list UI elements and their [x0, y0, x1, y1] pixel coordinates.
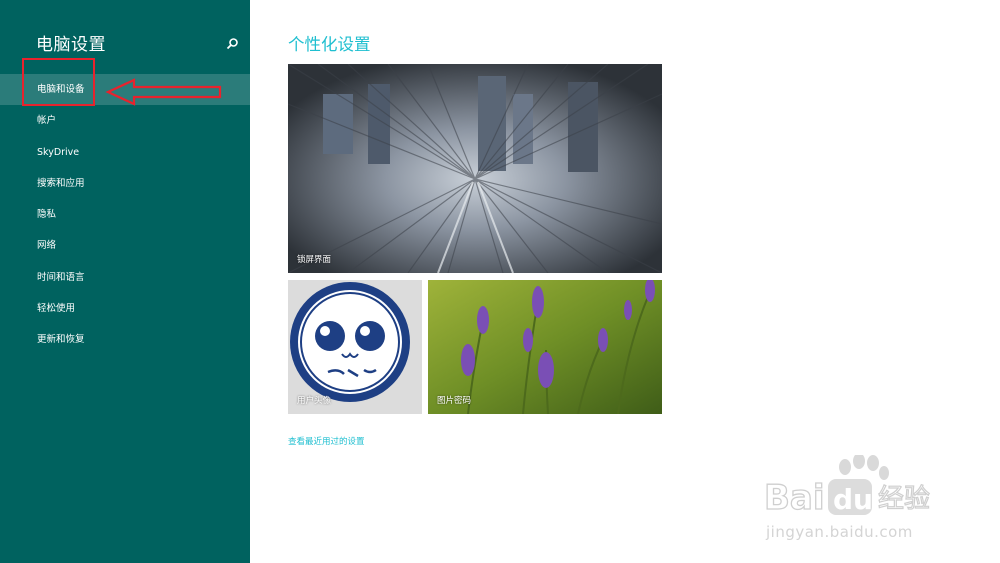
- recent-settings-link[interactable]: 查看最近用过的设置: [288, 435, 365, 447]
- sidebar-item-update-and-recovery[interactable]: 更新和恢复: [0, 324, 250, 355]
- sidebar-title: 电脑设置: [36, 35, 106, 55]
- page-title: 个性化设置: [288, 35, 371, 54]
- lock-screen-image: [288, 64, 662, 273]
- annotation-highlight-box: [22, 58, 95, 106]
- sidebar-item-network[interactable]: 网络: [0, 230, 250, 261]
- account-picture-tile[interactable]: 用户头像: [288, 280, 422, 414]
- svg-text:经验: 经验: [878, 484, 930, 514]
- lock-screen-label: 锁屏界面: [297, 255, 332, 265]
- search-icon[interactable]: [225, 37, 239, 51]
- sidebar-item-privacy[interactable]: 隐私: [0, 199, 250, 230]
- sidebar-item-search-and-apps[interactable]: 搜索和应用: [0, 168, 250, 199]
- svg-text:Bai: Bai: [764, 478, 825, 518]
- lock-screen-tile[interactable]: 锁屏界面: [288, 64, 662, 273]
- svg-text:du: du: [833, 483, 873, 516]
- sidebar-item-accounts[interactable]: 帐户: [0, 105, 250, 136]
- picture-password-tile[interactable]: 图片密码: [428, 280, 662, 414]
- account-picture-label: 用户头像: [297, 396, 332, 406]
- sidebar-item-skydrive[interactable]: SkyDrive: [0, 137, 250, 168]
- baidu-jingyan-watermark: Bai du 经验 jingyan.baidu.com: [763, 455, 931, 541]
- annotation-arrow-icon: [105, 78, 222, 106]
- sidebar-item-time-and-language[interactable]: 时间和语言: [0, 262, 250, 293]
- sidebar: 电脑设置 电脑和设备 帐户 SkyDrive 搜索和应用 隐私 网络 时间和语言…: [0, 0, 250, 563]
- svg-text:jingyan.baidu.com: jingyan.baidu.com: [765, 523, 913, 541]
- picture-password-label: 图片密码: [437, 396, 472, 406]
- sidebar-nav: 电脑和设备 帐户 SkyDrive 搜索和应用 隐私 网络 时间和语言 轻松使用…: [0, 74, 250, 356]
- sidebar-item-ease-of-access[interactable]: 轻松使用: [0, 293, 250, 324]
